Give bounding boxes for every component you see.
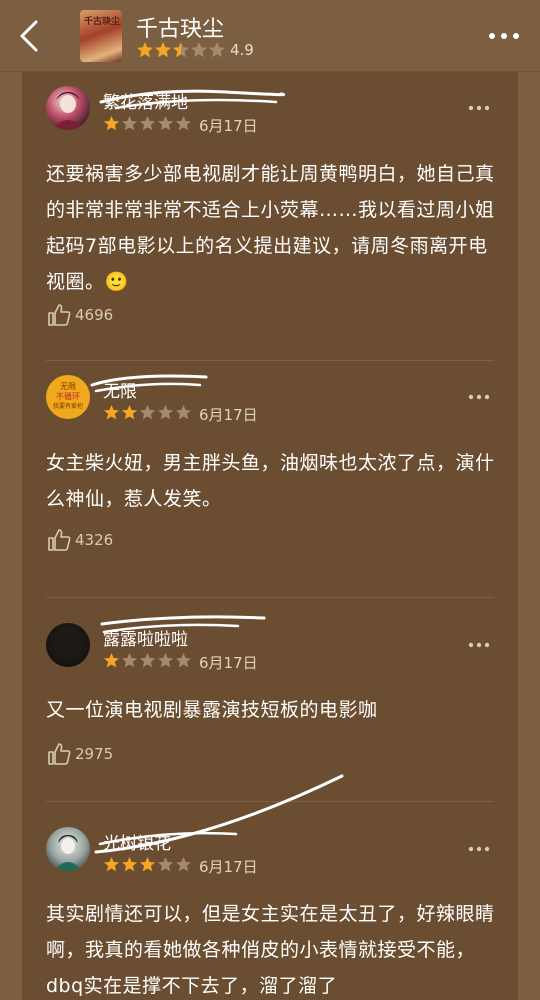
more-dots-icon (468, 642, 490, 648)
more-options-button[interactable] (484, 26, 524, 46)
star-icon (155, 42, 171, 58)
review-date: 6月17日 (199, 654, 258, 672)
like-button[interactable]: 2975 (46, 741, 113, 767)
review-list: 繁花落满地 6月17日 还要祸害多少部电视剧才能让周黄鸭明白，她自己真的非常非常… (22, 72, 518, 1000)
username[interactable]: 露露啦啦啦 (103, 625, 188, 650)
review-date: 6月17日 (199, 858, 258, 876)
like-button[interactable]: 4696 (46, 302, 113, 328)
username[interactable]: 光树银花 (103, 829, 171, 854)
star-icon (121, 856, 138, 872)
review-menu-button[interactable] (464, 387, 494, 407)
star-icon (137, 42, 153, 58)
star-icon (157, 652, 174, 668)
like-button[interactable]: 4326 (46, 527, 113, 553)
star-icon (121, 115, 138, 131)
star-icon (175, 652, 192, 668)
star-icon (139, 856, 156, 872)
star-rating (103, 115, 193, 132)
chevron-left-icon (20, 20, 38, 52)
username[interactable]: 繁花落满地 (103, 88, 188, 113)
star-icon (139, 404, 156, 420)
thumbs-up-icon (48, 304, 71, 326)
header-rating: 4.9 (136, 41, 254, 59)
star-icon (103, 115, 120, 131)
review-menu-button[interactable] (464, 635, 494, 655)
thumbs-up-icon (48, 529, 71, 551)
review-item: 无限 不循环 我要有爱祀 无限 6月17日 女主柴火妞，男主胖头鱼，油烟味也太浓… (46, 361, 494, 597)
review-date: 6月17日 (199, 117, 258, 135)
top-bar: 千古玦尘 千古玦尘 4.9 (0, 0, 540, 72)
review-item: 光树银花 6月17日 其实剧情还可以，但是女主实在是太丑了，好辣眼睛啊，我真的看… (46, 774, 495, 1000)
avatar[interactable]: 无限 不循环 我要有爱祀 (46, 375, 90, 419)
back-button[interactable] (14, 16, 50, 56)
like-count: 4696 (75, 306, 114, 324)
star-icon (175, 404, 192, 420)
review-date: 6月17日 (199, 406, 258, 424)
review-text: 其实剧情还可以，但是女主实在是太丑了，好辣眼睛啊，我真的看她做各种俏皮的小表情就… (46, 903, 495, 997)
like-count: 4326 (75, 531, 114, 549)
like-count: 2975 (75, 745, 114, 763)
star-icon (139, 115, 156, 131)
star-half-icon (173, 42, 189, 58)
more-dots-icon (468, 105, 490, 111)
review-text: 还要祸害多少部电视剧才能让周黄鸭明白，她自己真的非常非常非常不适合上小荧幕……我… (46, 163, 495, 293)
star-icon (209, 42, 225, 58)
star-icon (175, 115, 192, 131)
star-icon (103, 652, 120, 668)
rating-stars (137, 42, 225, 58)
star-icon (121, 652, 138, 668)
page-title: 千古玦尘 (136, 17, 225, 42)
star-icon (103, 404, 120, 420)
avatar[interactable] (46, 827, 90, 871)
avatar-portrait-icon (52, 92, 84, 130)
star-icon (157, 115, 174, 131)
star-icon (175, 856, 192, 872)
star-icon (103, 856, 120, 872)
star-rating (103, 404, 193, 421)
star-icon (139, 652, 156, 668)
more-dots-icon (468, 394, 490, 400)
review-menu-button[interactable] (464, 839, 494, 859)
star-icon (191, 42, 207, 58)
review-text: 女主柴火妞，男主胖头鱼，油烟味也太浓了点，演什么神仙，惹人发笑。 (46, 452, 495, 510)
star-rating (103, 856, 193, 873)
review-menu-button[interactable] (464, 98, 494, 118)
star-icon (121, 404, 138, 420)
avatar-portrait-icon (54, 835, 82, 871)
more-dots-icon (468, 846, 490, 852)
avatar-text: 我要有爱祀 (52, 403, 83, 410)
avatar[interactable] (46, 86, 90, 130)
review-text: 又一位演电视剧暴露演技短板的电影咖 (46, 699, 378, 721)
star-icon (157, 404, 174, 420)
star-icon (157, 856, 174, 872)
poster-title: 千古玦尘 (84, 17, 121, 27)
avatar-text: 无限 (60, 382, 76, 391)
drama-poster[interactable]: 千古玦尘 (80, 10, 122, 62)
thumbs-up-icon (48, 743, 71, 765)
review-item: 繁花落满地 6月17日 还要祸害多少部电视剧才能让周黄鸭明白，她自己真的非常非常… (46, 72, 494, 360)
avatar[interactable] (46, 623, 90, 667)
rating-score: 4.9 (230, 41, 254, 59)
review-item: 露露啦啦啦 6月17日 又一位演电视剧暴露演技短板的电影咖 2975 (46, 598, 494, 801)
star-rating (103, 652, 193, 669)
more-dots-icon (489, 33, 519, 39)
username[interactable]: 无限 (103, 377, 137, 402)
avatar-text: 不循环 (56, 392, 80, 401)
avatar-dark-icon (56, 631, 80, 659)
